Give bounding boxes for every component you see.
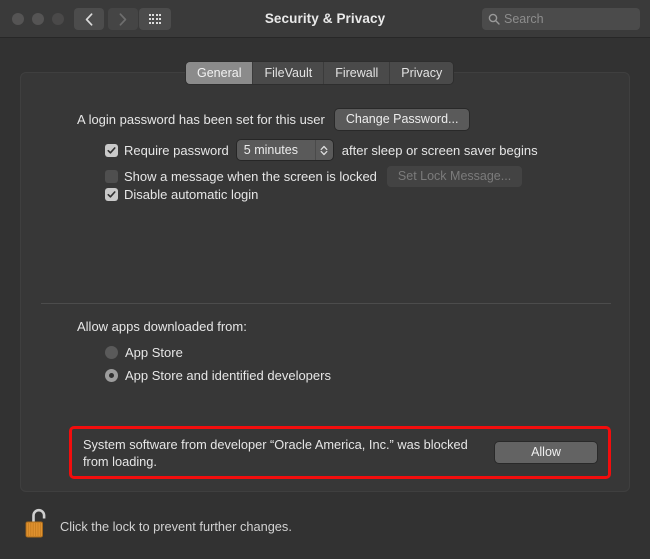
disable-auto-login-checkbox[interactable]: [105, 188, 118, 201]
preference-tab-bar: General FileVault Firewall Privacy: [186, 62, 454, 84]
lock-hint-text: Click the lock to prevent further change…: [60, 519, 292, 534]
radio-identified-developers[interactable]: [105, 369, 118, 382]
blocked-software-message: System software from developer “Oracle A…: [83, 436, 468, 469]
tab-firewall[interactable]: Firewall: [324, 62, 391, 84]
require-password-checkbox[interactable]: [105, 143, 118, 157]
search-field[interactable]: Search: [482, 8, 640, 30]
search-placeholder: Search: [504, 12, 544, 26]
lock-button[interactable]: [22, 505, 56, 545]
tab-filevault[interactable]: FileVault: [253, 62, 325, 84]
radio-app-store[interactable]: [105, 346, 118, 359]
stepper-up-down-icon: [314, 140, 333, 160]
allow-apps-heading-label: Allow apps downloaded from:: [77, 319, 247, 334]
require-password-interval-value: 5 minutes: [243, 143, 298, 157]
login-password-label: A login password has been set for this u…: [77, 112, 325, 127]
blocked-software-highlight: System software from developer “Oracle A…: [69, 426, 611, 479]
allow-apps-option-identified-developers[interactable]: App Store and identified developers: [105, 368, 331, 383]
show-lock-message-checkbox[interactable]: [105, 170, 118, 183]
search-icon: [488, 13, 500, 25]
allow-apps-heading: Allow apps downloaded from:: [77, 319, 247, 334]
blocked-software-alert: System software from developer “Oracle A…: [72, 429, 608, 476]
security-privacy-window: Security & Privacy Search General FileVa…: [0, 0, 650, 559]
set-lock-message-button[interactable]: Set Lock Message...: [386, 166, 523, 187]
change-password-button[interactable]: Change Password...: [334, 109, 470, 130]
radio-identified-developers-label: App Store and identified developers: [125, 368, 331, 383]
window-titlebar: Security & Privacy Search: [0, 0, 650, 38]
disable-auto-login-row: Disable automatic login: [105, 187, 258, 202]
section-divider: [41, 303, 611, 304]
disable-auto-login-label: Disable automatic login: [124, 187, 259, 202]
tab-privacy[interactable]: Privacy: [390, 62, 454, 84]
allow-apps-option-app-store[interactable]: App Store: [105, 345, 183, 360]
window-footer: Click the lock to prevent further change…: [0, 497, 650, 559]
require-password-row: Require password 5 minutes after sleep o…: [105, 140, 538, 160]
checkmark-icon: [107, 146, 116, 154]
require-password-label: Require password: [124, 142, 229, 158]
allow-button[interactable]: Allow: [495, 442, 597, 463]
tab-general[interactable]: General: [186, 62, 254, 84]
require-password-suffix-label: after sleep or screen saver begins: [341, 142, 538, 158]
unlocked-padlock-icon: [25, 508, 46, 538]
show-lock-message-row: Show a message when the screen is locked…: [105, 166, 523, 187]
checkmark-icon: [107, 191, 116, 198]
show-lock-message-label: Show a message when the screen is locked: [124, 169, 377, 184]
radio-app-store-label: App Store: [125, 345, 183, 360]
require-password-interval-select[interactable]: 5 minutes: [236, 140, 333, 160]
general-tab-panel: A login password has been set for this u…: [20, 72, 630, 492]
login-password-row: A login password has been set for this u…: [77, 109, 470, 130]
